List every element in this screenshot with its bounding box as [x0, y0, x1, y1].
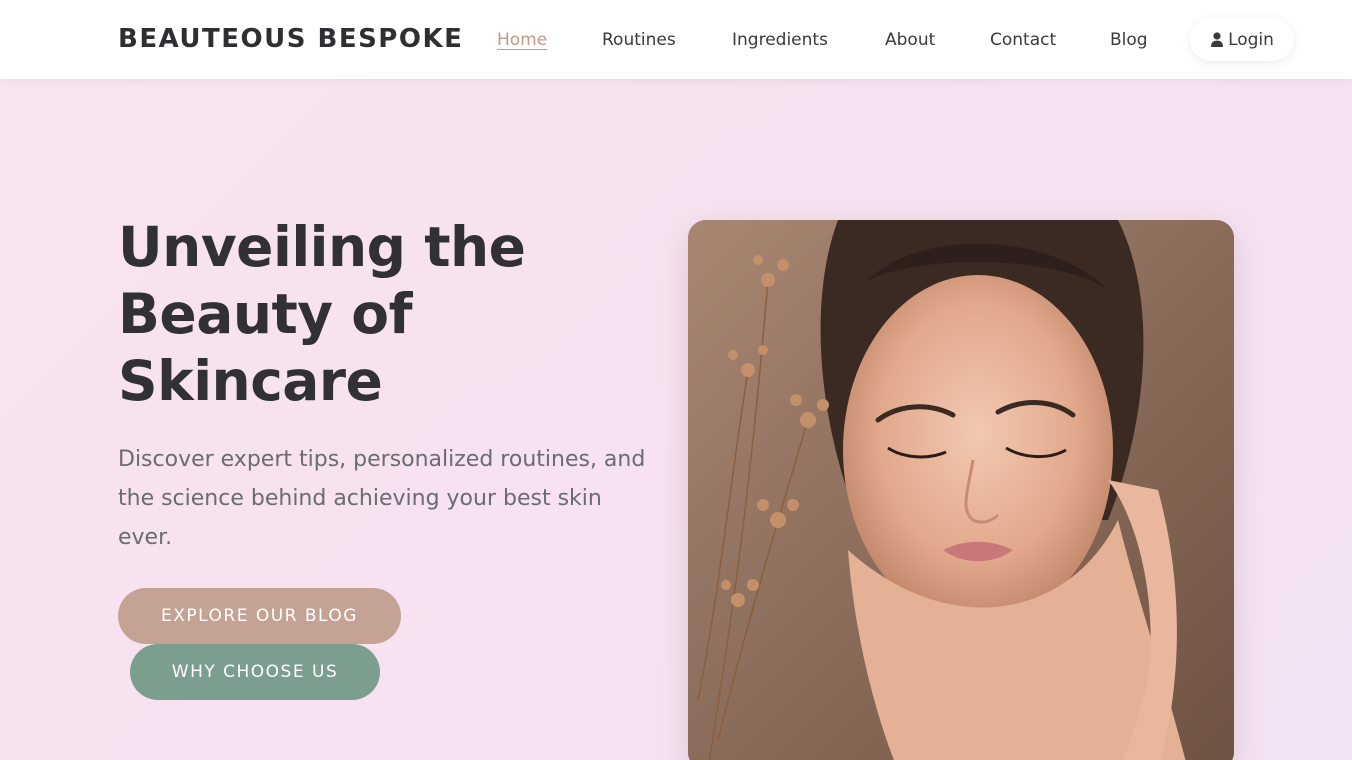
nav-about[interactable]: About [885, 28, 935, 52]
nav-home[interactable]: Home [497, 28, 547, 52]
login-label: Login [1228, 29, 1274, 50]
why-choose-us-button[interactable]: WHY CHOOSE US [130, 644, 380, 700]
nav-contact[interactable]: Contact [990, 28, 1056, 52]
explore-blog-button[interactable]: EXPLORE OUR BLOG [118, 588, 401, 644]
nav-blog[interactable]: Blog [1110, 28, 1148, 52]
brand-logo[interactable]: BEAUTEOUS BESPOKE [118, 22, 463, 56]
nav-ingredients[interactable]: Ingredients [732, 28, 828, 52]
login-button[interactable]: Login [1190, 18, 1294, 61]
site-header: BEAUTEOUS BESPOKE Home Routines Ingredie… [0, 0, 1352, 79]
hero-portrait-image [688, 220, 1234, 760]
hero-description: Discover expert tips, personalized routi… [118, 447, 646, 550]
user-icon [1210, 32, 1224, 47]
hero-title: Unveiling the Beauty of Skincare [118, 215, 526, 413]
nav-routines[interactable]: Routines [602, 28, 676, 52]
